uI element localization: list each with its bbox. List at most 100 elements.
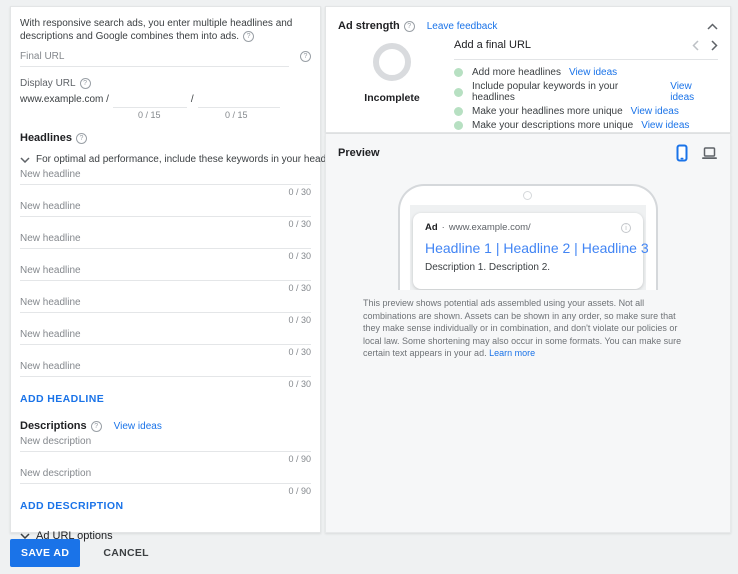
intro-text: With responsive search ads, you enter mu… bbox=[20, 17, 311, 43]
ad-display-url: www.example.com/ bbox=[449, 222, 531, 233]
headline-counter: 0 / 30 bbox=[20, 283, 311, 293]
headline-counter: 0 / 30 bbox=[20, 187, 311, 197]
suggestion-dot-icon bbox=[454, 107, 463, 116]
view-ideas-link[interactable]: View ideas bbox=[641, 120, 689, 131]
headline-input-7[interactable] bbox=[20, 360, 311, 377]
chevron-down-icon bbox=[20, 157, 30, 163]
display-path2-input[interactable] bbox=[198, 92, 280, 108]
view-ideas-link[interactable]: View ideas bbox=[569, 67, 617, 78]
view-ideas-link[interactable]: View ideas bbox=[670, 81, 718, 103]
chevron-left-icon[interactable] bbox=[692, 40, 699, 51]
ad-preview-description: Description 1. Description 2. bbox=[425, 262, 631, 273]
headline-field: 0 / 30 bbox=[20, 360, 311, 389]
description-field: 0 / 90 bbox=[20, 467, 311, 496]
strength-gauge-ring bbox=[373, 43, 411, 81]
headline-input-3[interactable] bbox=[20, 232, 311, 249]
final-url-field: ? bbox=[20, 50, 311, 67]
display-url-row: www.example.com / / bbox=[20, 92, 311, 108]
phone-mockup: Ad · www.example.com/ i Headline 1 | Hea… bbox=[398, 184, 658, 290]
headline-input-1[interactable] bbox=[20, 168, 311, 185]
description-counter: 0 / 90 bbox=[20, 486, 311, 496]
desktop-device-icon[interactable] bbox=[701, 147, 718, 160]
carousel-title: Add a final URL bbox=[454, 39, 531, 51]
mobile-device-icon[interactable] bbox=[676, 144, 688, 162]
ad-strength-header: Ad strength ? Leave feedback bbox=[338, 17, 718, 35]
suggestion-dot-icon bbox=[454, 88, 463, 97]
help-icon[interactable]: ? bbox=[300, 51, 311, 62]
descriptions-heading-text: Descriptions bbox=[20, 420, 87, 432]
headlines-heading-text: Headlines bbox=[20, 132, 72, 144]
headline-counter: 0 / 30 bbox=[20, 219, 311, 229]
display-url-separator: / bbox=[187, 94, 198, 108]
suggestion-text: Add more headlines bbox=[472, 67, 561, 78]
help-icon[interactable]: ? bbox=[80, 78, 91, 89]
headline-input-5[interactable] bbox=[20, 296, 311, 313]
suggestion-row: Make your descriptions more unique View … bbox=[454, 120, 718, 131]
help-icon[interactable]: ? bbox=[404, 21, 415, 32]
headline-field: 0 / 30 bbox=[20, 232, 311, 261]
headline-input-6[interactable] bbox=[20, 328, 311, 345]
suggestion-row: Include popular keywords in your headlin… bbox=[454, 81, 718, 103]
headline-field: 0 / 30 bbox=[20, 264, 311, 293]
chevron-up-icon bbox=[707, 23, 718, 30]
leave-feedback-link[interactable]: Leave feedback bbox=[427, 21, 498, 32]
ad-url-row: Ad · www.example.com/ i bbox=[425, 222, 631, 233]
cancel-button[interactable]: CANCEL bbox=[103, 547, 149, 559]
add-description-button[interactable]: ADD DESCRIPTION bbox=[20, 500, 123, 512]
headline-input-4[interactable] bbox=[20, 264, 311, 281]
ad-preview-headline[interactable]: Headline 1 | Headline 2 | Headline 3 bbox=[425, 240, 631, 256]
save-ad-button[interactable]: SAVE AD bbox=[10, 539, 80, 567]
keywords-expander[interactable]: For optimal ad performance, include thes… bbox=[20, 154, 311, 165]
descriptions-heading: Descriptions ? View ideas bbox=[20, 420, 311, 432]
path1-counter: 0 / 15 bbox=[138, 110, 161, 120]
headline-field: 0 / 30 bbox=[20, 296, 311, 325]
headline-counter: 0 / 30 bbox=[20, 347, 311, 357]
display-url-label-text: Display URL bbox=[20, 78, 76, 89]
divider bbox=[454, 59, 718, 60]
description-input-2[interactable] bbox=[20, 467, 311, 484]
description-input-1[interactable] bbox=[20, 435, 311, 452]
dot-separator: · bbox=[442, 222, 445, 233]
headline-field: 0 / 30 bbox=[20, 168, 311, 197]
display-url-counters: 0 / 15 0 / 15 bbox=[20, 110, 311, 122]
headline-field: 0 / 30 bbox=[20, 200, 311, 229]
learn-more-link[interactable]: Learn more bbox=[489, 348, 535, 358]
google-ads-responsive-search-ad-editor: With responsive search ads, you enter mu… bbox=[0, 0, 738, 574]
preview-panel: Preview Ad · www.example.com/ i Headline… bbox=[325, 134, 731, 533]
display-path1-input[interactable] bbox=[113, 92, 187, 108]
info-icon[interactable]: i bbox=[621, 223, 631, 233]
path2-counter: 0 / 15 bbox=[225, 110, 248, 120]
suggestion-dot-icon bbox=[454, 121, 463, 130]
carousel-arrows bbox=[692, 40, 718, 51]
suggestion-dot-icon bbox=[454, 68, 463, 77]
view-ideas-link[interactable]: View ideas bbox=[631, 106, 679, 117]
ad-strength-gauge: Incomplete bbox=[338, 37, 446, 131]
keywords-expander-label: For optimal ad performance, include thes… bbox=[36, 154, 347, 165]
headline-counter: 0 / 30 bbox=[20, 251, 311, 261]
action-bar: SAVE AD CANCEL bbox=[10, 539, 149, 567]
help-icon[interactable]: ? bbox=[76, 133, 87, 144]
ad-badge: Ad bbox=[425, 222, 438, 233]
chevron-right-icon[interactable] bbox=[711, 40, 718, 51]
descriptions-view-ideas-link[interactable]: View ideas bbox=[114, 421, 162, 432]
preview-disclaimer: This preview shows potential ads assembl… bbox=[363, 297, 693, 360]
collapse-panel-button[interactable] bbox=[707, 17, 718, 35]
final-url-input[interactable] bbox=[20, 50, 289, 67]
strength-status: Incomplete bbox=[364, 92, 419, 104]
headline-input-2[interactable] bbox=[20, 200, 311, 217]
help-icon[interactable]: ? bbox=[243, 31, 254, 42]
ad-strength-panel: Ad strength ? Leave feedback Incomplete … bbox=[325, 6, 731, 133]
suggestion-text: Make your descriptions more unique bbox=[472, 120, 633, 131]
help-icon[interactable]: ? bbox=[91, 421, 102, 432]
headline-counter: 0 / 30 bbox=[20, 315, 311, 325]
ad-strength-suggestions: Add a final URL Add more headlines View … bbox=[446, 37, 718, 131]
suggestion-row: Add more headlines View ideas bbox=[454, 67, 718, 78]
suggestion-row: Make your headlines more unique View ide… bbox=[454, 106, 718, 117]
suggestion-text: Include popular keywords in your headlin… bbox=[472, 81, 662, 103]
add-headline-button[interactable]: ADD HEADLINE bbox=[20, 393, 104, 405]
preview-title: Preview bbox=[338, 147, 380, 159]
device-toggle bbox=[676, 144, 718, 162]
phone-camera-icon bbox=[523, 191, 532, 200]
suggestion-text: Make your headlines more unique bbox=[472, 106, 623, 117]
ad-strength-body: Incomplete Add a final URL Add more head… bbox=[338, 37, 718, 131]
